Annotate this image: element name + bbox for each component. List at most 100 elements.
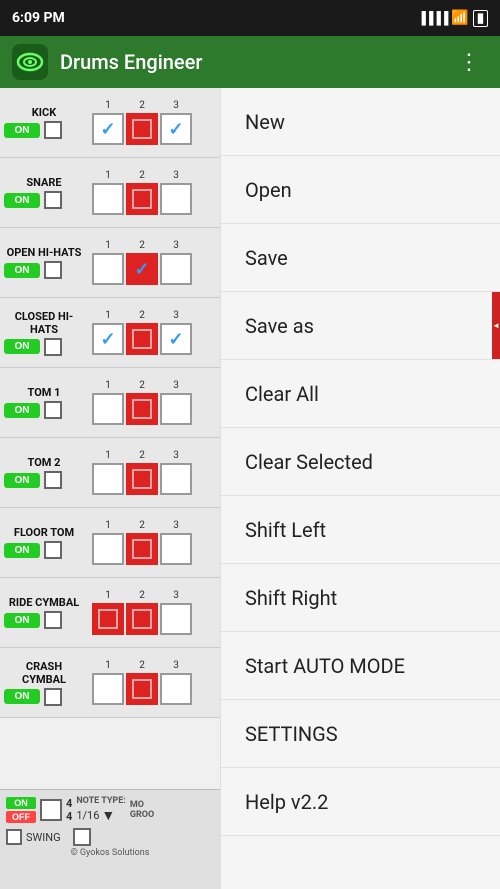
beat-cell-2-kick[interactable] — [126, 113, 158, 145]
track-controls-crashcymbal: 1 2 3 — [88, 656, 220, 709]
beat-cell-3-snare[interactable] — [160, 183, 192, 215]
global-checkbox[interactable] — [40, 799, 62, 821]
beat-col-3-kick: 3 ✓ — [160, 100, 192, 145]
copyright-text: © Gyokos Solutions — [6, 848, 214, 858]
menu-item-clear-all[interactable]: Clear All — [221, 360, 500, 428]
track-controls-snare: 1 2 3 — [88, 166, 220, 219]
track-on-snare[interactable]: ON — [4, 193, 40, 208]
beat-cell-1-floortom[interactable] — [92, 533, 124, 565]
status-icons: ▐▐▐▐ 📶 ▮ — [417, 10, 488, 27]
track-checkbox-tom2[interactable] — [44, 471, 62, 489]
track-label-closed-hihats: CLOSED HI-HATS ON — [0, 306, 88, 360]
beat-cell-3-crashcymbal[interactable] — [160, 673, 192, 705]
track-controls-tom2: 1 2 3 — [88, 446, 220, 499]
menu-item-settings[interactable]: SETTINGS — [221, 700, 500, 768]
beat-col-1-snare: 1 — [92, 170, 124, 215]
beat-cell-2-tom2[interactable] — [126, 463, 158, 495]
beat-cell-3-floortom[interactable] — [160, 533, 192, 565]
note-type-section: NOTE TYPE: 1/16 ▼ — [76, 796, 126, 824]
track-checkbox-tom1[interactable] — [44, 401, 62, 419]
app-logo — [12, 44, 48, 80]
beat-cell-1-ridecymbal[interactable] — [92, 603, 124, 635]
track-label-crashcymbal: CRASH CYMBAL ON — [0, 656, 88, 710]
beat-cell-1-snare[interactable] — [92, 183, 124, 215]
track-label-kick: KICK ON — [0, 102, 88, 143]
track-label-floortom: FLOOR TOM ON — [0, 522, 88, 563]
track-controls-kick: 1 ✓ 2 3 ✓ — [88, 96, 220, 149]
swing-checkbox[interactable] — [6, 829, 22, 845]
track-row-kick: KICK ON 1 ✓ 2 3 ✓ — [0, 88, 220, 158]
beat-col-3-snare: 3 — [160, 170, 192, 215]
track-checkbox-crashcymbal[interactable] — [44, 688, 62, 706]
on-off-group: ON OFF — [6, 797, 36, 823]
note-value: 1/16 — [76, 809, 99, 822]
track-checkbox-snare[interactable] — [44, 191, 62, 209]
beat-cell-2-closedhh[interactable] — [126, 323, 158, 355]
track-name-ridecymbal: RIDE CYMBAL — [4, 596, 84, 609]
global-on-button[interactable]: ON — [6, 797, 36, 809]
track-controls-tom1: 1 2 3 — [88, 376, 220, 429]
beat-cell-2-openhh[interactable]: ✓ — [126, 253, 158, 285]
beat-cell-3-openhh[interactable] — [160, 253, 192, 285]
track-controls-closed-hihats: 1 ✓ 2 3 ✓ — [88, 306, 220, 359]
menu-item-shift-right[interactable]: Shift Right — [221, 564, 500, 632]
swing-checkbox2[interactable] — [73, 828, 91, 846]
track-checkbox-kick[interactable] — [44, 121, 62, 139]
beat-col-2-snare: 2 — [126, 170, 158, 215]
beat-cell-3-kick[interactable]: ✓ — [160, 113, 192, 145]
beat-cell-1-tom1[interactable] — [92, 393, 124, 425]
menu-item-new[interactable]: New — [221, 88, 500, 156]
menu-item-auto-mode[interactable]: Start AUTO MODE — [221, 632, 500, 700]
track-name-kick: KICK — [4, 106, 84, 119]
track-label-tom2: TOM 2 ON — [0, 452, 88, 493]
track-on-tom1[interactable]: ON — [4, 403, 40, 418]
beat-cell-3-closedhh[interactable]: ✓ — [160, 323, 192, 355]
overflow-menu-icon[interactable]: ⋮ — [450, 46, 488, 79]
app-title: Drums Engineer — [60, 50, 438, 74]
swing-label: SWING — [26, 831, 61, 844]
beat-cell-2-floortom[interactable] — [126, 533, 158, 565]
main-content: KICK ON 1 ✓ 2 3 ✓ — [0, 88, 500, 889]
beat-cell-1-tom2[interactable] — [92, 463, 124, 495]
track-on-open-hihats[interactable]: ON — [4, 263, 40, 278]
beat-cell-1-closedhh[interactable]: ✓ — [92, 323, 124, 355]
beat-cell-1-kick[interactable]: ✓ — [92, 113, 124, 145]
beat-cell-3-ridecymbal[interactable] — [160, 603, 192, 635]
menu-item-shift-left[interactable]: Shift Left — [221, 496, 500, 564]
track-row-closed-hihats: CLOSED HI-HATS ON 1 ✓ 2 3 — [0, 298, 220, 368]
app-bar: Drums Engineer ⋮ — [0, 36, 500, 88]
beat-cell-2-snare[interactable] — [126, 183, 158, 215]
track-on-crashcymbal[interactable]: ON — [4, 689, 40, 704]
battery-icon: ▮ — [473, 10, 488, 27]
beat-cell-3-tom2[interactable] — [160, 463, 192, 495]
track-on-kick[interactable]: ON — [4, 123, 40, 138]
global-off-button[interactable]: OFF — [6, 811, 36, 823]
beat-cell-2-ridecymbal[interactable] — [126, 603, 158, 635]
track-row-tom2: TOM 2 ON 1 2 3 — [0, 438, 220, 508]
signal-icon: ▐▐▐▐ — [417, 11, 447, 25]
beat-cell-2-crashcymbal[interactable] — [126, 673, 158, 705]
track-label-ridecymbal: RIDE CYMBAL ON — [0, 592, 88, 633]
track-checkbox-open-hihats[interactable] — [44, 261, 62, 279]
wifi-icon: 📶 — [451, 10, 468, 26]
beat-cell-3-tom1[interactable] — [160, 393, 192, 425]
track-on-closed-hihats[interactable]: ON — [4, 339, 40, 354]
track-on-floortom[interactable]: ON — [4, 543, 40, 558]
track-label-snare: SNARE ON — [0, 172, 88, 213]
beat-cell-1-crashcymbal[interactable] — [92, 673, 124, 705]
menu-item-clear-selected[interactable]: Clear Selected — [221, 428, 500, 496]
status-time: 6:09 PM — [12, 10, 65, 26]
track-checkbox-closed-hihats[interactable] — [44, 338, 62, 356]
menu-item-save[interactable]: Save — [221, 224, 500, 292]
menu-item-save-as[interactable]: Save as ◄ — [221, 292, 500, 360]
track-label-open-hihats: OPEN HI-HATS ON — [0, 242, 88, 283]
menu-item-help[interactable]: Help v2.2 — [221, 768, 500, 836]
track-checkbox-ridecymbal[interactable] — [44, 611, 62, 629]
track-on-tom2[interactable]: ON — [4, 473, 40, 488]
menu-item-open[interactable]: Open — [221, 156, 500, 224]
time-signature: 4 4 — [66, 797, 72, 823]
beat-cell-1-openhh[interactable] — [92, 253, 124, 285]
beat-cell-2-tom1[interactable] — [126, 393, 158, 425]
track-checkbox-floortom[interactable] — [44, 541, 62, 559]
track-on-ridecymbal[interactable]: ON — [4, 613, 40, 628]
